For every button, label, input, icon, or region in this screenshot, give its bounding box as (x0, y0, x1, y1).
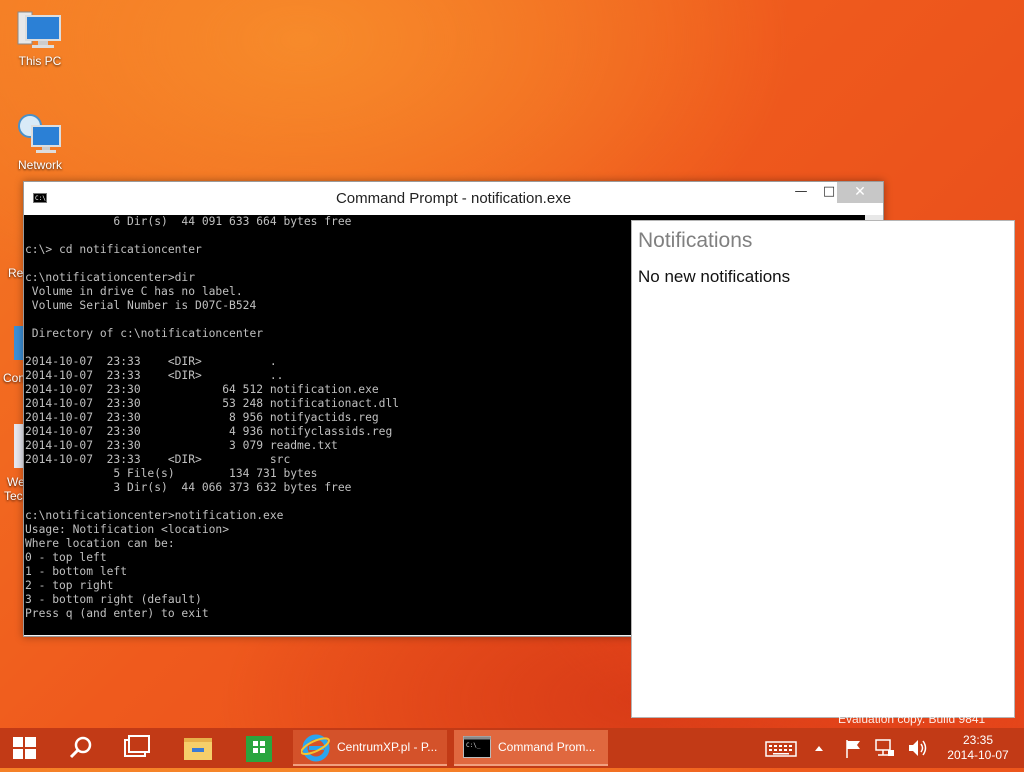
svg-text:C:\_: C:\_ (466, 742, 481, 749)
store-button[interactable] (234, 728, 284, 768)
task-view-icon (124, 735, 150, 757)
internet-explorer-icon (301, 734, 330, 762)
chevron-up-icon (815, 746, 823, 751)
desktop-icon-network[interactable]: Network (0, 112, 80, 172)
network-icon (16, 112, 64, 156)
minimize-button[interactable]: — (787, 182, 815, 203)
maximize-icon: □ (822, 184, 836, 199)
desktop-icon-label: This PC (18, 54, 62, 68)
window-titlebar[interactable]: C:\ Command Prompt - notification.exe — … (24, 182, 883, 215)
volume-button[interactable] (906, 728, 928, 768)
task-view-button[interactable] (112, 728, 160, 768)
window-title: Command Prompt - notification.exe (335, 190, 572, 207)
clock-date: 2014-10-07 (947, 748, 1009, 762)
partial-icon-label: Con (3, 371, 26, 385)
partial-icon-label: Tec (4, 489, 23, 503)
search-button[interactable] (58, 728, 102, 768)
this-pc-icon (16, 8, 64, 52)
keyboard-icon (765, 741, 797, 757)
taskbar-item-label: Command Prom... (498, 740, 596, 754)
notifications-panel: Notifications No new notifications (631, 220, 1015, 718)
windows-logo-icon (13, 737, 36, 759)
minimize-icon: — (794, 184, 808, 199)
network-status-button[interactable] (874, 728, 896, 768)
desktop-icon-label: Network (17, 158, 62, 172)
clock-time: 23:35 (962, 733, 994, 747)
action-center-button[interactable] (842, 728, 864, 768)
folder-icon (184, 738, 212, 760)
close-button[interactable]: ✕ (837, 182, 883, 203)
taskbar-item-label: CentrumXP.pl - P... (337, 740, 438, 754)
command-prompt-icon: C:\_ (463, 736, 491, 758)
taskbar-item-internet-explorer[interactable]: CentrumXP.pl - P... (293, 730, 447, 766)
start-button[interactable] (0, 728, 50, 768)
notifications-heading: Notifications (638, 229, 753, 252)
touch-keyboard-button[interactable] (764, 728, 798, 768)
speaker-icon (909, 740, 927, 756)
partial-icon-label: Re (8, 266, 24, 280)
show-hidden-icons-button[interactable] (810, 728, 828, 768)
file-explorer-button[interactable] (172, 728, 224, 768)
evaluation-watermark: Evaluation copy. Build 9841 (838, 712, 986, 726)
taskbar-clock[interactable]: 23:35 2014-10-07 (938, 733, 1018, 763)
flag-icon (846, 740, 860, 758)
taskbar-item-command-prompt[interactable]: C:\_ Command Prom... (454, 730, 608, 766)
search-icon (69, 736, 92, 759)
network-status-icon (875, 739, 894, 756)
taskbar: CentrumXP.pl - P... C:\_ Command Prom... (0, 728, 1024, 768)
desktop-icon-this-pc[interactable]: This PC (0, 8, 80, 68)
close-icon: ✕ (854, 184, 866, 200)
store-icon (246, 736, 272, 762)
notifications-empty-message: No new notifications (638, 267, 791, 286)
